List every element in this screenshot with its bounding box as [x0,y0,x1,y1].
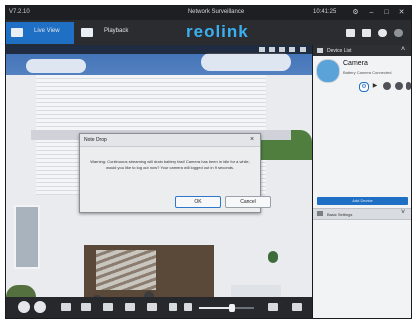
close-icon[interactable]: ✕ [397,8,406,17]
device-list-header[interactable]: Device List ˄ [313,45,411,56]
tab-live-view[interactable]: Live View [6,22,74,44]
camera-name[interactable]: Camera [343,60,368,67]
tab-label: Playback [104,28,129,34]
window-title: Network Surveillance [187,9,245,15]
dialog-message: Warning: Continuous streaming will drain… [90,159,250,170]
planter [231,285,281,297]
snapshot-icon[interactable] [269,47,275,52]
tab-label: Live View [34,28,60,34]
playback-icon [81,28,93,37]
dialog-header: Note Drop × [80,134,260,147]
quality-icon[interactable] [125,303,135,311]
device-panel: Device List ˄ Camera Battery Camera Conn… [312,45,411,318]
device-list-icon [317,48,323,53]
settings-icon[interactable] [378,29,387,37]
stop-icon[interactable] [34,301,46,313]
basic-settings-title: Basic Settings [327,212,353,217]
plant [6,285,36,297]
idle-warning-dialog: Note Drop × Warning: Continuous streamin… [79,133,271,213]
camera-status: Battery Camera Connected [343,70,392,75]
app-window: V7.2.10 Network Surveillance 10:41:25 ⚙ … [5,5,412,319]
cloud [201,53,291,71]
info-icon[interactable] [406,82,411,90]
zoom-icon[interactable] [259,47,265,52]
talk-icon[interactable] [103,303,113,311]
camera-avatar [316,59,340,83]
clock-label: 10:41:25 [313,9,337,15]
version-label: V7.2.10 [9,9,30,15]
tab-playback[interactable]: Playback [76,22,144,44]
cancel-button[interactable]: Cancel [225,196,271,208]
house-window [14,205,40,269]
title-bar: V7.2.10 Network Surveillance 10:41:25 ⚙ … [6,6,411,20]
wall-lamp [268,251,278,263]
volume-knob[interactable] [229,304,235,312]
ok-button[interactable]: OK [175,196,221,208]
video-overlay-bar [6,45,312,54]
close-icon[interactable]: × [250,136,254,143]
volume-icon[interactable] [184,303,192,311]
basic-settings-header[interactable]: Basic Settings ˅ [313,208,411,220]
speaker-icon[interactable] [289,47,295,52]
close-icon[interactable] [300,47,306,52]
refresh-icon[interactable] [395,82,403,90]
chevron-down-icon[interactable]: ˅ [401,209,405,216]
list-icon[interactable] [362,29,371,37]
ptz-icon[interactable] [147,303,157,311]
tab-bar: Live View Playback reolink [6,20,411,45]
device-list-title: Device List [327,48,352,54]
gear-icon[interactable]: ⚙ [351,8,360,17]
mic-icon[interactable] [169,303,177,311]
gear-icon[interactable]: ⚙ [359,82,369,92]
chevron-up-icon[interactable]: ˄ [401,46,405,53]
reolink-logo: reolink [186,22,249,41]
record-icon[interactable] [81,303,91,311]
fullscreen-icon[interactable] [292,303,302,311]
record-icon[interactable] [279,47,285,52]
dialog-title: Note Drop [84,137,107,143]
play-icon[interactable] [18,301,30,313]
playback-control-bar [6,297,312,318]
play-icon[interactable]: ▶ [371,82,379,90]
snapshot-icon[interactable] [61,303,71,311]
maximize-icon[interactable]: □ [382,8,391,17]
search-icon[interactable] [383,82,391,90]
cloud [26,59,86,73]
info-icon[interactable] [394,29,403,37]
layout-icon[interactable] [268,303,278,311]
grid-layout-icon[interactable] [346,29,355,37]
interior-stairs [96,250,156,290]
minimize-icon[interactable]: – [367,8,376,17]
settings-icon [317,211,323,216]
volume-level [199,307,232,309]
add-device-button[interactable]: Add Device [317,197,408,205]
camera-icon [11,28,23,37]
